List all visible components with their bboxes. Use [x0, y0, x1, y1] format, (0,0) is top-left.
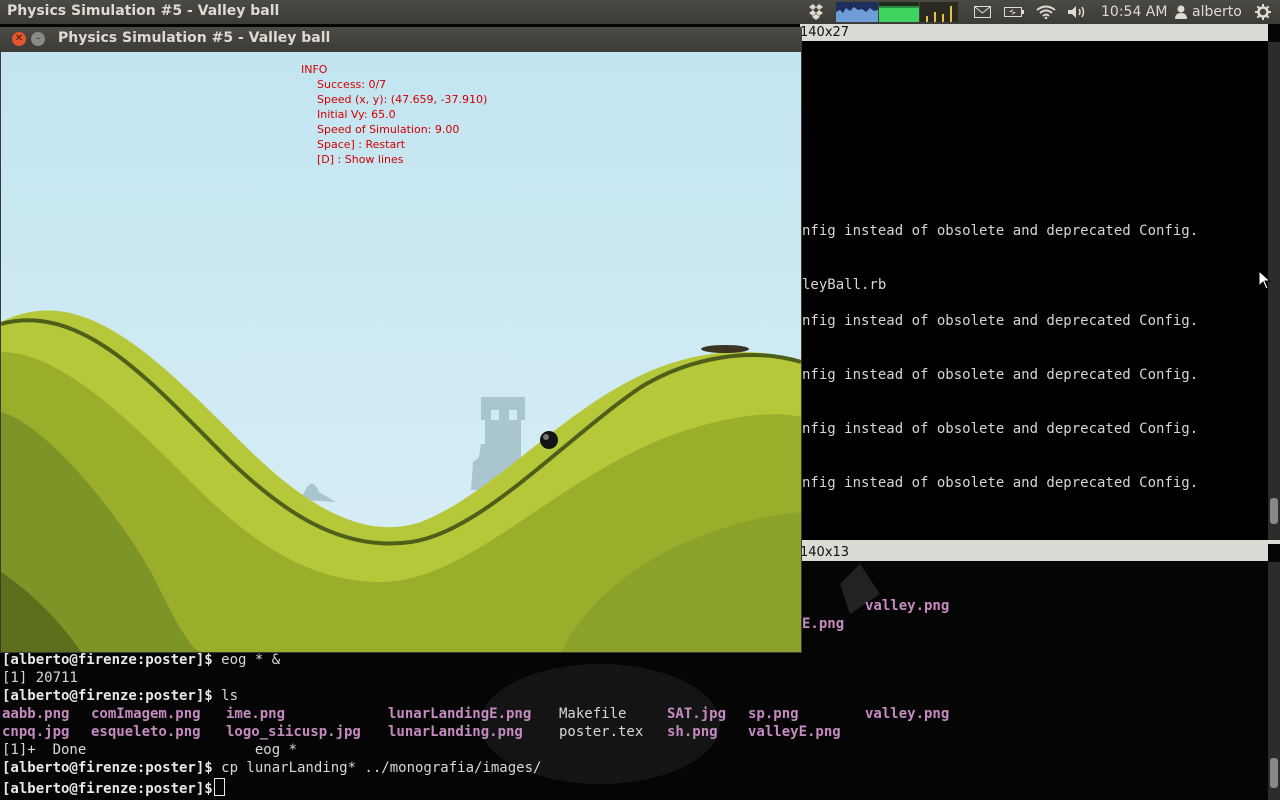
shell-prompt: [alberto@firenze:poster]$ — [2, 652, 213, 668]
simulation-titlebar[interactable]: ✕ – Physics Simulation #5 - Valley ball — [0, 27, 802, 51]
mouse-pointer-icon — [1258, 270, 1272, 290]
terminal-output-line: nfig instead of obsolete and deprecated … — [802, 421, 1199, 437]
info-overlay: INFO Success: 0/7 Speed (x, y): (47.659,… — [301, 62, 487, 167]
terminal-output-line: [1] 20711 — [2, 670, 78, 686]
file-entry: SAT.jpg — [667, 706, 727, 722]
file-entry: cnpq.jpg — [2, 724, 70, 740]
terminal-top-scrollbar[interactable] — [1268, 42, 1280, 540]
terminal-file-name: valley.png — [865, 598, 950, 614]
info-initial-vy: Initial Vy: 65.0 — [317, 108, 396, 121]
info-success: Success: 0/7 — [317, 78, 387, 91]
info-heading: INFO — [301, 63, 328, 76]
info-restart-hint: Space] : Restart — [317, 138, 406, 151]
terminal-middle-titlebar[interactable]: 140x13 — [800, 544, 1268, 561]
shell-prompt: [alberto@firenze:poster]$ — [2, 760, 213, 776]
minimize-window-button[interactable]: – — [31, 32, 45, 46]
file-entry: aabb.png — [2, 706, 70, 722]
volume-icon[interactable] — [1066, 0, 1088, 24]
file-entry: ime.png — [226, 706, 286, 722]
close-window-button[interactable]: ✕ — [12, 32, 26, 46]
terminal-top-titlebar[interactable]: 140x27 — [800, 24, 1268, 41]
top-panel: Physics Simulation #5 - Valley ball 10:5… — [0, 0, 1280, 24]
file-entry: Makefile — [559, 706, 627, 722]
text-cursor — [213, 778, 225, 796]
terminal-output-line: nfig instead of obsolete and deprecated … — [802, 223, 1199, 239]
terminal-file-name: E.png — [802, 616, 845, 632]
memory-graph[interactable] — [879, 2, 919, 22]
command-text: ls — [212, 688, 239, 704]
gear-icon[interactable] — [1252, 0, 1274, 24]
terminal-output-line: nfig instead of obsolete and deprecated … — [802, 475, 1199, 491]
file-entry: logo_siicusp.jpg — [226, 724, 361, 740]
terminal-input-line[interactable]: [alberto@firenze:poster]$ — [2, 778, 225, 797]
scrollbar-thumb[interactable] — [1270, 758, 1278, 788]
active-app-title: Physics Simulation #5 - Valley ball — [7, 3, 280, 19]
file-entry: valleyE.png — [748, 724, 841, 740]
user-name[interactable]: alberto — [1192, 4, 1242, 20]
mail-icon[interactable] — [972, 0, 992, 24]
simulation-canvas[interactable]: INFO Success: 0/7 Speed (x, y): (47.659,… — [1, 52, 801, 652]
info-speed: Speed (x, y): (47.659, -37.910) — [317, 93, 488, 106]
command-text: cp lunarLanding* ../monografia/images/ — [212, 760, 542, 776]
simulation-window-title: Physics Simulation #5 - Valley ball — [58, 30, 331, 46]
file-entry: comImagem.png — [91, 706, 201, 722]
command-text: eog * & — [212, 652, 281, 668]
terminal-window-middle[interactable]: 140x13 valley.png E.png — [800, 544, 1268, 652]
terminal-output-line: [1]+ Done eog * — [2, 742, 298, 758]
ball — [540, 431, 558, 449]
wifi-icon[interactable] — [1035, 0, 1057, 24]
shell-prompt: [alberto@firenze:poster]$ — [2, 781, 213, 797]
clock[interactable]: 10:54 AM — [1101, 4, 1167, 20]
terminal-output-line: nfig instead of obsolete and deprecated … — [802, 313, 1199, 329]
simulation-window[interactable]: ✕ – Physics Simulation #5 - Valley ball — [0, 27, 802, 653]
terminal-command-line: [alberto@firenze:poster]$ eog * & — [2, 652, 280, 670]
file-entry: poster.tex — [559, 724, 644, 740]
battery-icon[interactable] — [1003, 0, 1025, 24]
info-sim-speed: Speed of Simulation: 9.00 — [317, 123, 460, 136]
terminal-command-line: [alberto@firenze:poster]$ ls — [2, 688, 238, 706]
terminal-bottom-scrollbar[interactable] — [1268, 562, 1280, 800]
terminal-window-top[interactable]: 140x27 nfig instead of obsolete and depr… — [800, 24, 1268, 540]
file-entry: valley.png — [865, 706, 950, 722]
user-icon[interactable] — [1173, 0, 1189, 24]
terminal-output-line: nfig instead of obsolete and deprecated … — [802, 367, 1199, 383]
file-entry: sh.png — [667, 724, 718, 740]
shell-prompt: [alberto@firenze:poster]$ — [2, 688, 213, 704]
cpu-load-graph[interactable] — [836, 2, 878, 22]
network-graph[interactable] — [920, 2, 958, 22]
info-lines-hint: [D] : Show lines — [317, 153, 404, 166]
terminal-output-line: leyBall.rb — [802, 277, 887, 293]
terminal-middle-title: 140x13 — [800, 545, 850, 560]
file-entry: lunarLandingE.png — [388, 706, 532, 722]
terminal-command-line: [alberto@firenze:poster]$ cp lunarLandin… — [2, 760, 541, 778]
terminal-top-title: 140x27 — [800, 25, 850, 40]
terminal-window-bottom[interactable]: [alberto@firenze:poster]$ eog * & [1] 20… — [0, 652, 1268, 800]
file-entry: sp.png — [748, 706, 799, 722]
file-entry: esqueleto.png — [91, 724, 201, 740]
target-hole — [701, 345, 749, 353]
dropbox-icon[interactable] — [806, 0, 826, 24]
scrollbar-thumb[interactable] — [1270, 498, 1278, 524]
file-entry: lunarLanding.png — [388, 724, 523, 740]
